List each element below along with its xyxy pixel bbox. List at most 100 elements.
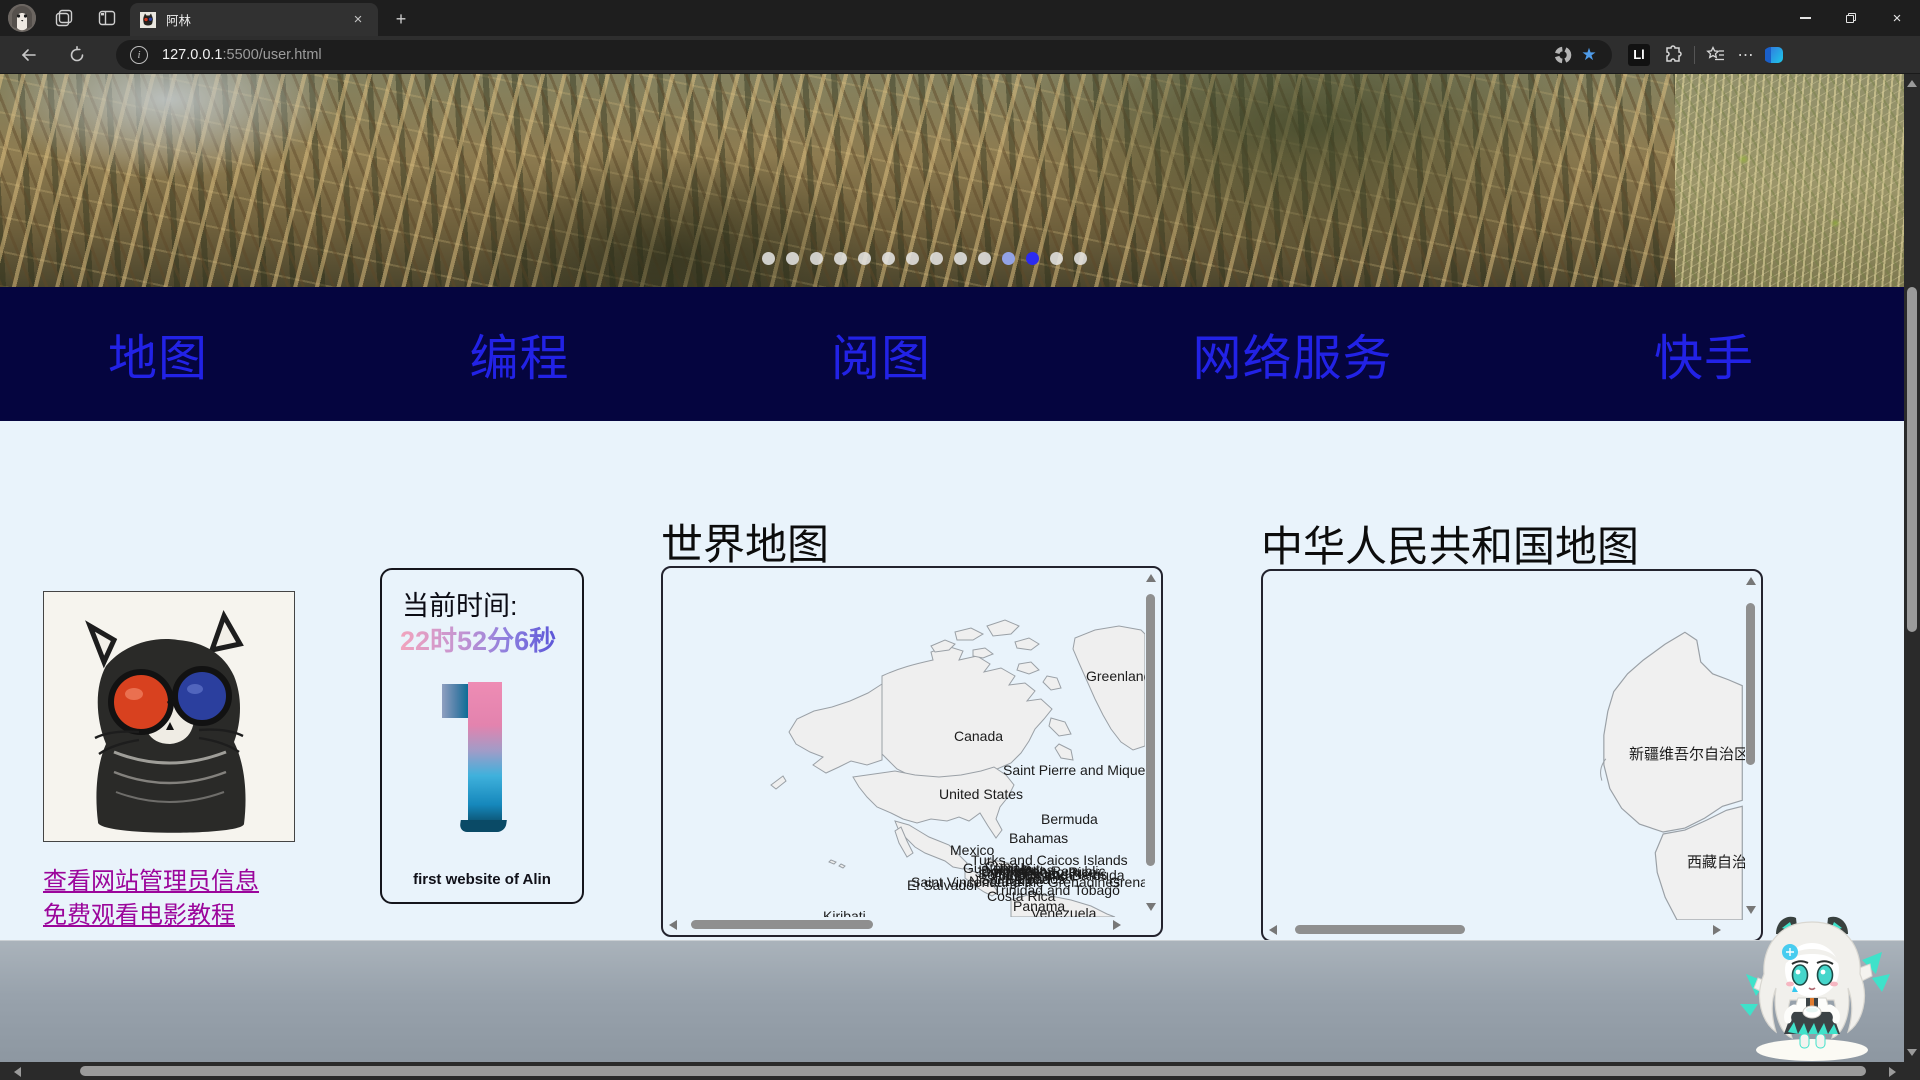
carousel-dot[interactable] (978, 252, 991, 265)
clock-time: 22时52分6秒 (400, 619, 556, 658)
world-map-horizontal-scrollbar[interactable] (665, 917, 1143, 933)
address-bar[interactable]: i 127.0.0.1:5500/user.html ★ (116, 40, 1612, 70)
favorites-list-icon[interactable] (1701, 40, 1731, 70)
clock-widget: 当前时间: 22时52分6秒 first website of Alin (380, 568, 584, 904)
carousel-dot[interactable] (786, 252, 799, 265)
browser-toolbar: i 127.0.0.1:5500/user.html ★ Ll (0, 36, 1920, 74)
carousel-dot[interactable] (762, 252, 775, 265)
tab-close-icon[interactable]: × (348, 10, 368, 30)
scroll-thumb[interactable] (1295, 925, 1465, 934)
minimize-button[interactable] (1782, 0, 1828, 36)
toolbar-right: ⋯ (1658, 40, 1791, 70)
clock-caption: first website of Alin (382, 871, 582, 888)
tab-title: 阿林 (166, 10, 348, 29)
scroll-left-icon[interactable] (669, 920, 677, 930)
scroll-up-icon[interactable] (1146, 574, 1156, 582)
world-map-widget[interactable]: GreenlandCanadaSaint Pierre and Miquelon… (661, 566, 1163, 937)
scroll-left-icon[interactable] (14, 1067, 21, 1077)
browser-window: 阿林 × + × i 127.0.0.1:5500/user.html (0, 0, 1920, 1080)
photo-carousel[interactable] (0, 74, 1904, 287)
main-navigation: 地图 编程 阅图 网络服务 快手 (0, 287, 1904, 421)
refresh-icon[interactable] (62, 40, 92, 70)
carousel-dot[interactable] (930, 252, 943, 265)
restore-button[interactable] (1828, 0, 1874, 36)
scroll-thumb[interactable] (80, 1066, 1866, 1076)
page-footer (0, 940, 1904, 1062)
nav-item-map[interactable]: 地图 (108, 319, 208, 390)
map-label: 西藏自治区 (1687, 851, 1745, 872)
settings-more-icon[interactable]: ⋯ (1731, 40, 1761, 70)
nav-item-pictures[interactable]: 阅图 (831, 319, 931, 390)
scroll-thumb[interactable] (1746, 603, 1755, 765)
carousel-dot[interactable] (906, 252, 919, 265)
main-content: 查看网站管理员信息 免费观看电影教程 当前时间: 22时52分6秒 first … (0, 421, 1904, 940)
scroll-down-icon[interactable] (1146, 903, 1156, 911)
carousel-dot[interactable] (1002, 252, 1015, 265)
anime-mascot (1732, 912, 1893, 1062)
scroll-up-icon[interactable] (1746, 577, 1756, 585)
map-label: El Salvador (907, 877, 979, 893)
browser-tab[interactable]: 阿林 × (130, 3, 378, 36)
world-map-vertical-scrollbar[interactable] (1143, 570, 1159, 915)
nav-item-kuaishou[interactable]: 快手 (1654, 319, 1754, 390)
profile-avatar[interactable] (8, 4, 36, 32)
china-map-vertical-scrollbar[interactable] (1743, 573, 1759, 918)
china-map-horizontal-scrollbar[interactable] (1265, 922, 1743, 938)
tab-favicon-cat (140, 12, 156, 28)
movie-tutorial-link[interactable]: 免费观看电影教程 (43, 895, 235, 930)
browser-horizontal-scrollbar[interactable] (0, 1062, 1920, 1080)
scroll-left-icon[interactable] (1269, 925, 1277, 935)
scroll-up-icon[interactable] (1907, 80, 1917, 87)
toolbar-divider (1694, 46, 1695, 64)
scroll-right-icon[interactable] (1713, 925, 1721, 935)
url-path: :5500/user.html (222, 47, 321, 63)
map-label: Bahamas (1009, 830, 1068, 846)
extensions-puzzle-icon[interactable] (1658, 40, 1688, 70)
admin-cat-picture (43, 591, 295, 842)
carousel-dot[interactable] (810, 252, 823, 265)
carousel-dot[interactable] (1050, 252, 1063, 265)
carousel-dot[interactable] (1074, 252, 1087, 265)
extension-l-icon[interactable]: Ll (1628, 44, 1650, 66)
tab-actions-icon[interactable] (95, 6, 119, 30)
carousel-dot[interactable] (1026, 252, 1039, 265)
browser-essentials-icon[interactable] (1550, 42, 1576, 68)
scroll-thumb[interactable] (691, 920, 873, 929)
window-close-button[interactable]: × (1874, 0, 1920, 36)
back-icon[interactable] (14, 40, 44, 70)
carousel-dots (762, 252, 1087, 265)
window-controls: × (1782, 0, 1920, 36)
web-page: 地图 编程 阅图 网络服务 快手 (0, 74, 1904, 1062)
carousel-dot[interactable] (954, 252, 967, 265)
cat-with-glasses-drawing (44, 592, 294, 841)
copilot-icon[interactable] (1761, 40, 1791, 70)
map-label: Canada (954, 728, 1003, 744)
browser-vertical-scrollbar[interactable] (1904, 74, 1920, 1062)
china-map-labels: 新疆维吾尔自治区西藏自治区 (1263, 571, 1745, 920)
tab-strip: 阿林 × + × (0, 0, 1920, 36)
nav-item-network-services[interactable]: 网络服务 (1192, 319, 1392, 390)
map-label: United States (939, 786, 1023, 802)
url-host: 127.0.0.1 (162, 47, 222, 63)
map-label: Bermuda (1041, 811, 1098, 827)
scroll-thumb[interactable] (1146, 594, 1155, 866)
admin-info-link[interactable]: 查看网站管理员信息 (43, 861, 259, 896)
favorite-star-icon[interactable]: ★ (1576, 42, 1602, 68)
scroll-down-icon[interactable] (1907, 1049, 1917, 1056)
url-text[interactable]: 127.0.0.1:5500/user.html (162, 47, 1550, 63)
chibi-girl-image (1732, 912, 1893, 1062)
number-one-logo (440, 682, 530, 832)
nav-item-programming[interactable]: 编程 (469, 319, 569, 390)
husky-avatar-image (8, 4, 36, 32)
site-info-icon[interactable]: i (130, 46, 148, 64)
scroll-right-icon[interactable] (1889, 1067, 1896, 1077)
world-map-title: 世界地图 (661, 511, 829, 572)
carousel-dot[interactable] (834, 252, 847, 265)
scroll-right-icon[interactable] (1113, 920, 1121, 930)
carousel-dot[interactable] (882, 252, 895, 265)
china-map-widget[interactable]: 新疆维吾尔自治区西藏自治区 (1261, 569, 1763, 942)
workspaces-icon[interactable] (52, 6, 76, 30)
scroll-thumb[interactable] (1907, 287, 1917, 632)
new-tab-button[interactable]: + (390, 8, 412, 30)
carousel-dot[interactable] (858, 252, 871, 265)
